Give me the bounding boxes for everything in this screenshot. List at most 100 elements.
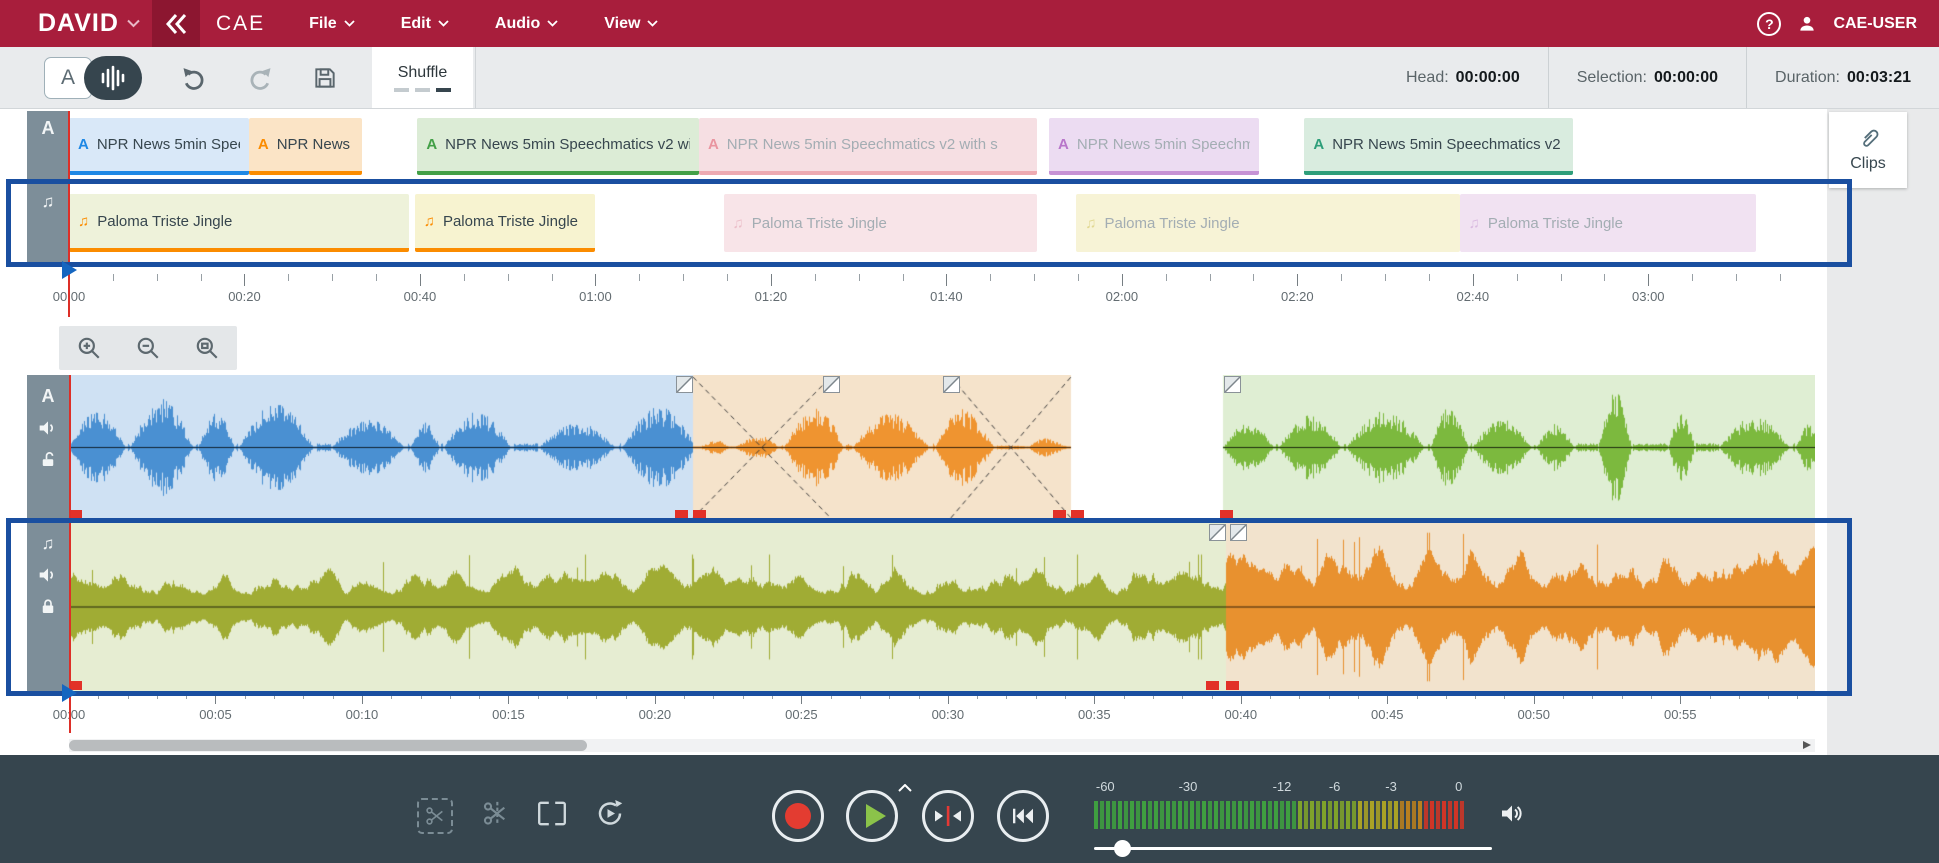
save-button[interactable]: [312, 65, 338, 91]
overview-clip[interactable]: ANPR News 5min Speechmatics v2 with s: [699, 118, 1037, 175]
edit-point-marker[interactable]: [693, 510, 706, 519]
skip-to-start-icon: [1010, 806, 1036, 826]
clips-panel-button[interactable]: Clips: [1829, 112, 1907, 188]
meter-segment: [1274, 801, 1278, 829]
david-logo[interactable]: DAVID: [38, 9, 140, 38]
fade-handle[interactable]: [1209, 524, 1226, 541]
editor-track2-strip[interactable]: ♫: [27, 523, 69, 691]
zoom-fit-button[interactable]: [194, 335, 220, 361]
music-waveform[interactable]: [69, 523, 1815, 691]
fade-handle-icon: [1210, 525, 1225, 540]
horizontal-scrollbar[interactable]: [69, 739, 1815, 752]
fade-handle[interactable]: [1230, 524, 1247, 541]
overview-clip[interactable]: ♫Paloma Triste Jingle: [1076, 194, 1459, 252]
speaker-icon[interactable]: [38, 419, 58, 437]
rewind-to-start-button[interactable]: [997, 790, 1049, 842]
editor-speech-track[interactable]: [69, 375, 1815, 520]
play-button[interactable]: [846, 790, 898, 842]
overview-ruler[interactable]: 00:0000:2000:4001:0001:2001:4002:0002:20…: [69, 274, 1815, 317]
editor-ruler[interactable]: 00:0000:0500:1000:1500:2000:2500:3000:35…: [69, 692, 1815, 733]
meter-segment: [1460, 801, 1464, 829]
monitor-speaker-button[interactable]: [1498, 802, 1526, 831]
cut-at-playhead-button[interactable]: [481, 800, 509, 833]
overview-track-music-strip[interactable]: ♫: [27, 183, 69, 262]
ruler-tick: [831, 692, 832, 699]
chevron-down-icon: [127, 19, 140, 28]
undo-button[interactable]: [180, 64, 208, 92]
overview-clip[interactable]: ♫Paloma Triste Jingle: [69, 194, 409, 252]
ruler-tick: [683, 274, 684, 281]
edit-point-marker[interactable]: [1226, 681, 1239, 690]
overview-track-a-strip[interactable]: A: [27, 111, 69, 182]
editor-track1-strip[interactable]: A: [27, 375, 69, 520]
overview-speech-track[interactable]: ANPR News 5min SpeechANPR News 5 ANPR New…: [69, 111, 1815, 182]
speech-waveform[interactable]: [69, 375, 1815, 520]
menu-file[interactable]: File: [309, 15, 355, 33]
overview-clip[interactable]: ANPR News 5: [249, 118, 362, 175]
edit-point-marker[interactable]: [1071, 510, 1084, 519]
replay-button[interactable]: [595, 799, 625, 834]
overview-clip[interactable]: ANPR News 5min Speechmatics v2 w: [1304, 118, 1572, 175]
editor-music-track[interactable]: [69, 523, 1815, 691]
selection-value: 00:00:00: [1654, 69, 1718, 87]
clip-label: Paloma Triste Jingle: [1104, 215, 1239, 232]
fade-handle[interactable]: [676, 376, 693, 393]
overview-playhead[interactable]: [68, 111, 70, 317]
meter-segment: [1130, 801, 1134, 829]
edit-point-marker[interactable]: [1053, 510, 1066, 519]
user-icon[interactable]: [1797, 14, 1817, 34]
play-options-caret[interactable]: [898, 779, 912, 797]
ruler-label: 02:40: [1457, 289, 1490, 304]
overview-playhead-marker[interactable]: [62, 261, 77, 279]
ruler-tick: [508, 274, 509, 281]
waveform-mode-button[interactable]: [84, 56, 142, 100]
scrollbar-thumb[interactable]: [69, 740, 587, 751]
overview-clip[interactable]: ♫Paloma Triste Jingle: [724, 194, 1037, 252]
menu-edit[interactable]: Edit: [401, 15, 449, 33]
cut-selection-button[interactable]: [417, 798, 453, 834]
ruler-tick: [421, 692, 422, 699]
split-clip-button[interactable]: [536, 800, 568, 833]
ruler-tick: [508, 692, 509, 704]
menu-audio[interactable]: Audio: [495, 15, 558, 33]
lock-closed-icon[interactable]: [39, 598, 57, 616]
lock-open-icon[interactable]: [39, 451, 57, 469]
fade-handle[interactable]: [823, 376, 840, 393]
overview-clip[interactable]: ANPR News 5min Speech: [69, 118, 249, 175]
meter-segment: [1292, 801, 1296, 829]
meter-segment: [1232, 801, 1236, 829]
play-icon: [866, 804, 886, 828]
meter-segment: [1094, 801, 1098, 829]
record-button[interactable]: [772, 790, 824, 842]
overview-clip[interactable]: ANPR News 5min Speechmatics v2 with: [417, 118, 699, 175]
help-button[interactable]: ?: [1757, 12, 1781, 36]
ruler-label: 01:40: [930, 289, 963, 304]
menu-view[interactable]: View: [604, 15, 658, 33]
editor-playhead[interactable]: [69, 375, 71, 733]
overview-clip[interactable]: ANPR News 5min Speechma: [1049, 118, 1259, 175]
scroll-right-arrow[interactable]: [1803, 741, 1811, 749]
edit-point-marker[interactable]: [1206, 681, 1219, 690]
ruler-tick: [362, 692, 363, 704]
go-to-edit-point-button[interactable]: [922, 790, 974, 842]
overview-clip[interactable]: ♫Paloma Triste Jingle: [415, 194, 595, 252]
meter-segment: [1280, 801, 1284, 829]
overview-clip[interactable]: ♫Paloma Triste Jingle: [1460, 194, 1757, 252]
shuffle-button[interactable]: Shuffle: [372, 47, 473, 108]
zoom-in-button[interactable]: [76, 335, 102, 361]
fade-handle[interactable]: [1224, 376, 1241, 393]
chevron-up-icon: [898, 784, 912, 792]
volume-slider-thumb[interactable]: [1114, 840, 1131, 857]
redo-button[interactable]: [246, 64, 274, 92]
edit-point-marker[interactable]: [675, 510, 688, 519]
fade-handle[interactable]: [943, 376, 960, 393]
volume-slider[interactable]: [1094, 839, 1492, 857]
zoom-out-button[interactable]: [135, 335, 161, 361]
edit-point-marker[interactable]: [1220, 510, 1233, 519]
overview-music-track[interactable]: ♫Paloma Triste Jingle♫Paloma Triste Jing…: [69, 183, 1815, 262]
menu-label: File: [309, 15, 337, 33]
meter-segment: [1454, 801, 1458, 829]
speaker-icon[interactable]: [38, 566, 58, 584]
editor-playhead-marker[interactable]: [62, 684, 77, 702]
ruler-tick: [1429, 274, 1430, 281]
